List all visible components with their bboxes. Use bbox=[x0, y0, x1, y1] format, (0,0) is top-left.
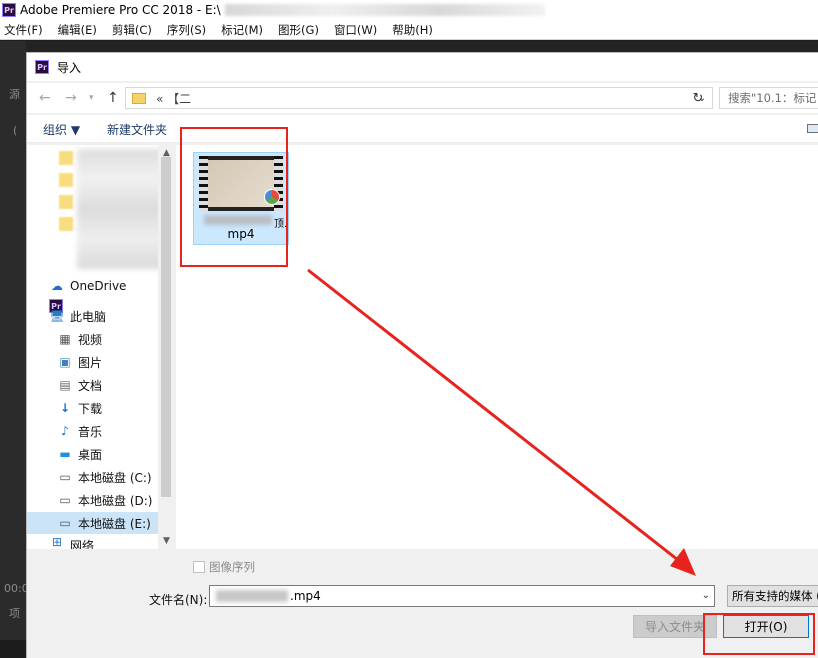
panel-label: ( bbox=[13, 124, 18, 137]
menu-help[interactable]: 帮助(H) bbox=[392, 22, 433, 38]
dialog-footer: 图像序列 文件名(N): .mp4 ⌄ 所有支持的媒体 ( 导入文件夹 打开(O… bbox=[27, 549, 818, 658]
filetype-select[interactable]: 所有支持的媒体 ( bbox=[727, 585, 818, 607]
nav-videos[interactable]: ▦ 视频 bbox=[27, 328, 175, 350]
filename-label: 文件名(N): bbox=[149, 593, 208, 607]
folder-icon bbox=[59, 151, 73, 165]
folder-icon bbox=[59, 217, 73, 231]
nav-documents[interactable]: ▤ 文档 bbox=[27, 374, 175, 396]
recent-chevron-icon[interactable]: ▾ bbox=[89, 93, 94, 103]
forward-arrow-icon[interactable]: → bbox=[65, 90, 77, 106]
up-arrow-icon[interactable]: ↑ bbox=[107, 90, 119, 106]
drive-icon: ▭ bbox=[59, 516, 71, 530]
computer-icon: 🖥 bbox=[49, 309, 65, 323]
nav-desktop[interactable]: ▬ 桌面 bbox=[27, 443, 175, 465]
nav-pictures[interactable]: ▣ 图片 bbox=[27, 351, 175, 373]
nav-network[interactable]: ⊞ 网络 bbox=[27, 537, 175, 549]
new-folder-button[interactable]: 新建文件夹 bbox=[107, 121, 167, 138]
search-input[interactable]: 搜索"10.1：标记 bbox=[719, 87, 818, 109]
address-row: ← → ▾ ↑ « 【二 ⌄ ↻ 搜索"10.1：标记 bbox=[27, 83, 818, 113]
project-panel-label: 项 bbox=[9, 607, 20, 620]
import-dialog: Pr 导入 ← → ▾ ↑ « 【二 ⌄ ↻ 搜索"10.1：标记 组织 ▼ 新… bbox=[26, 52, 818, 658]
nav-music[interactable]: ♪ 音乐 bbox=[27, 420, 175, 442]
pictures-icon: ▣ bbox=[59, 355, 71, 369]
music-icon: ♪ bbox=[61, 424, 69, 438]
breadcrumb[interactable]: « 【二 bbox=[156, 90, 191, 107]
blurred-path bbox=[224, 4, 545, 16]
video-icon: ▦ bbox=[59, 332, 71, 346]
folder-icon bbox=[59, 173, 73, 187]
premiere-logo-icon: Pr bbox=[2, 3, 16, 17]
nav-downloads[interactable]: ↓ 下载 bbox=[27, 397, 175, 419]
menu-graphics[interactable]: 图形(G) bbox=[278, 22, 319, 38]
checkbox-box[interactable] bbox=[193, 561, 205, 573]
folder-icon bbox=[132, 92, 146, 104]
dialog-titlebar: Pr 导入 bbox=[27, 53, 818, 81]
back-arrow-icon[interactable]: ← bbox=[39, 90, 51, 106]
nav-drive-c[interactable]: ▭ 本地磁盘 (C:) bbox=[27, 466, 175, 488]
menu-edit[interactable]: 编辑(E) bbox=[58, 22, 97, 38]
image-sequence-label: 图像序列 bbox=[209, 560, 255, 574]
desktop-icon: ▬ bbox=[59, 447, 71, 461]
download-icon: ↓ bbox=[59, 401, 71, 415]
nav-this-pc[interactable]: 🖥 此电脑 bbox=[27, 305, 175, 327]
app-menubar: 文件(F) 编辑(E) 剪辑(C) 序列(S) 标记(M) 图形(G) 窗口(W… bbox=[0, 20, 818, 40]
blurred-filename bbox=[216, 590, 288, 602]
scroll-up-icon[interactable]: ▲ bbox=[158, 147, 175, 159]
menu-marker[interactable]: 标记(M) bbox=[221, 22, 263, 38]
nav-drive-e[interactable]: ▭ 本地磁盘 (E:) bbox=[27, 512, 175, 534]
navigation-pane: Pr ☁ OneDrive 🖥 此电脑 ▦ 视频 ▣ 图片 ▤ 文档 ↓ 下载 … bbox=[27, 145, 175, 549]
nav-scrollbar-thumb[interactable] bbox=[161, 157, 171, 497]
app-title: Adobe Premiere Pro CC 2018 - E:\ bbox=[20, 3, 221, 17]
drive-icon: ▭ bbox=[59, 493, 71, 507]
blurred-quick-access bbox=[77, 149, 163, 269]
network-icon: ⊞ bbox=[51, 537, 63, 549]
annotation-box-file bbox=[180, 127, 288, 267]
cloud-icon: ☁ bbox=[51, 279, 63, 293]
organize-button[interactable]: 组织 ▼ bbox=[43, 121, 80, 138]
filename-value: .mp4 bbox=[290, 589, 321, 603]
refresh-icon[interactable]: ↻ bbox=[689, 89, 707, 107]
view-options-icon[interactable] bbox=[807, 124, 818, 133]
timecode-label: 00:0 bbox=[4, 582, 29, 595]
scroll-down-icon[interactable]: ▼ bbox=[158, 535, 175, 547]
menu-sequence[interactable]: 序列(S) bbox=[167, 22, 206, 38]
nav-onedrive[interactable]: ☁ OneDrive bbox=[27, 275, 175, 297]
source-panel-label: 源 bbox=[9, 88, 20, 101]
chevron-down-icon[interactable]: ⌄ bbox=[702, 590, 710, 601]
folder-icon bbox=[59, 195, 73, 209]
menu-file[interactable]: 文件(F) bbox=[4, 22, 43, 38]
dialog-title: 导入 bbox=[57, 60, 82, 75]
filename-input[interactable]: .mp4 ⌄ bbox=[209, 585, 715, 607]
address-bar[interactable]: « 【二 ⌄ bbox=[125, 87, 713, 109]
annotation-box-open bbox=[703, 613, 815, 655]
documents-icon: ▤ bbox=[59, 378, 71, 392]
drive-icon: ▭ bbox=[59, 470, 71, 484]
menu-clip[interactable]: 剪辑(C) bbox=[112, 22, 152, 38]
nav-drive-d[interactable]: ▭ 本地磁盘 (D:) bbox=[27, 489, 175, 511]
premiere-logo-icon: Pr bbox=[35, 60, 49, 74]
app-titlebar: Pr Adobe Premiere Pro CC 2018 - E:\ bbox=[0, 0, 818, 20]
menu-window[interactable]: 窗口(W) bbox=[334, 22, 377, 38]
dialog-toolbar: 组织 ▼ 新建文件夹 bbox=[27, 115, 818, 143]
image-sequence-checkbox[interactable]: 图像序列 bbox=[193, 559, 255, 575]
